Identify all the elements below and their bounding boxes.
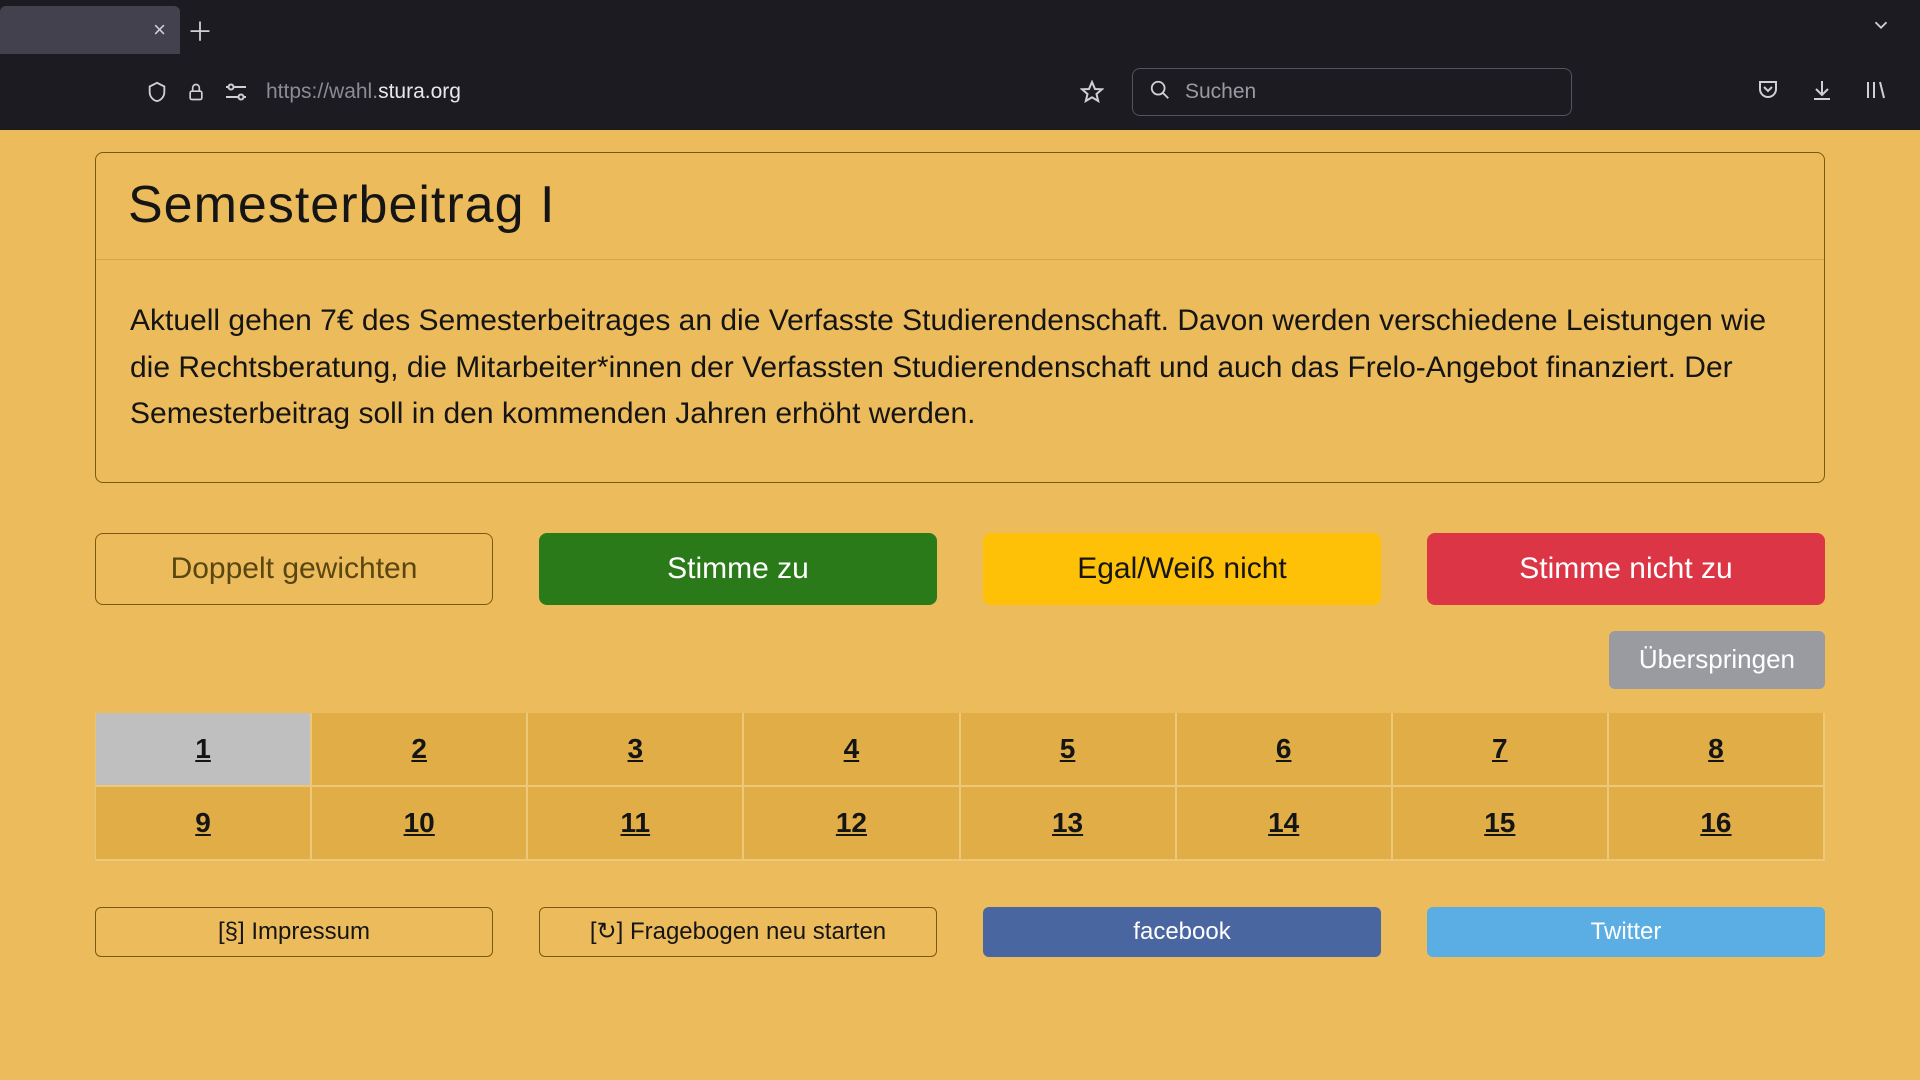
pager-item-2[interactable]: 2	[312, 713, 528, 787]
search-input[interactable]	[1185, 80, 1555, 104]
pocket-icon[interactable]	[1756, 78, 1780, 107]
browser-tab[interactable]: ×	[0, 6, 180, 54]
pager-item-15[interactable]: 15	[1393, 787, 1609, 861]
pager-item-1[interactable]: 1	[96, 713, 312, 787]
impressum-button[interactable]: [§] Impressum	[95, 907, 493, 957]
weight-button[interactable]: Doppelt gewichten	[95, 533, 493, 605]
pager-item-16[interactable]: 16	[1609, 787, 1825, 861]
question-pager: 12345678910111213141516	[95, 713, 1825, 861]
vote-row: Doppelt gewichten Stimme zu Egal/Weiß ni…	[95, 533, 1825, 605]
chevron-down-icon[interactable]	[1870, 14, 1892, 41]
pager-item-8[interactable]: 8	[1609, 713, 1825, 787]
pager-item-4[interactable]: 4	[744, 713, 960, 787]
twitter-button[interactable]: Twitter	[1427, 907, 1825, 957]
pager-item-10[interactable]: 10	[312, 787, 528, 861]
question-title: Semesterbeitrag I	[128, 175, 1792, 235]
question-card: Semesterbeitrag I Aktuell gehen 7€ des S…	[95, 152, 1825, 483]
footer-row: [§] Impressum [↻] Fragebogen neu starten…	[95, 907, 1825, 957]
tab-strip: × ＋	[0, 0, 1920, 54]
pager-item-12[interactable]: 12	[744, 787, 960, 861]
library-icon[interactable]	[1864, 78, 1888, 107]
search-bar[interactable]	[1132, 68, 1572, 116]
pager-item-5[interactable]: 5	[961, 713, 1177, 787]
question-text: Aktuell gehen 7€ des Semesterbeitrages a…	[130, 298, 1790, 438]
disagree-button[interactable]: Stimme nicht zu	[1427, 533, 1825, 605]
bookmark-star-icon[interactable]	[1080, 80, 1104, 104]
pager-item-9[interactable]: 9	[96, 787, 312, 861]
pager-item-11[interactable]: 11	[528, 787, 744, 861]
url-text: https://wahl.stura.org	[266, 80, 1062, 104]
browser-toolbar: https://wahl.stura.org	[0, 54, 1920, 130]
new-tab-button[interactable]: ＋	[180, 6, 220, 54]
agree-button[interactable]: Stimme zu	[539, 533, 937, 605]
url-bar[interactable]: https://wahl.stura.org	[130, 68, 1120, 116]
search-icon	[1149, 79, 1171, 106]
download-icon[interactable]	[1810, 78, 1834, 107]
page: Semesterbeitrag I Aktuell gehen 7€ des S…	[0, 130, 1920, 1080]
pager-item-13[interactable]: 13	[961, 787, 1177, 861]
pager-item-7[interactable]: 7	[1393, 713, 1609, 787]
shield-icon[interactable]	[146, 80, 168, 104]
skip-button[interactable]: Überspringen	[1609, 631, 1825, 689]
question-card-body: Aktuell gehen 7€ des Semesterbeitrages a…	[96, 260, 1824, 482]
pager-item-14[interactable]: 14	[1177, 787, 1393, 861]
restart-button[interactable]: [↻] Fragebogen neu starten	[539, 907, 937, 957]
permissions-icon[interactable]	[224, 82, 248, 102]
neutral-button[interactable]: Egal/Weiß nicht	[983, 533, 1381, 605]
lock-icon[interactable]	[186, 81, 206, 103]
close-tab-icon[interactable]: ×	[153, 19, 166, 41]
facebook-button[interactable]: facebook	[983, 907, 1381, 957]
pager-item-3[interactable]: 3	[528, 713, 744, 787]
pager-item-6[interactable]: 6	[1177, 713, 1393, 787]
question-card-header: Semesterbeitrag I	[96, 153, 1824, 260]
